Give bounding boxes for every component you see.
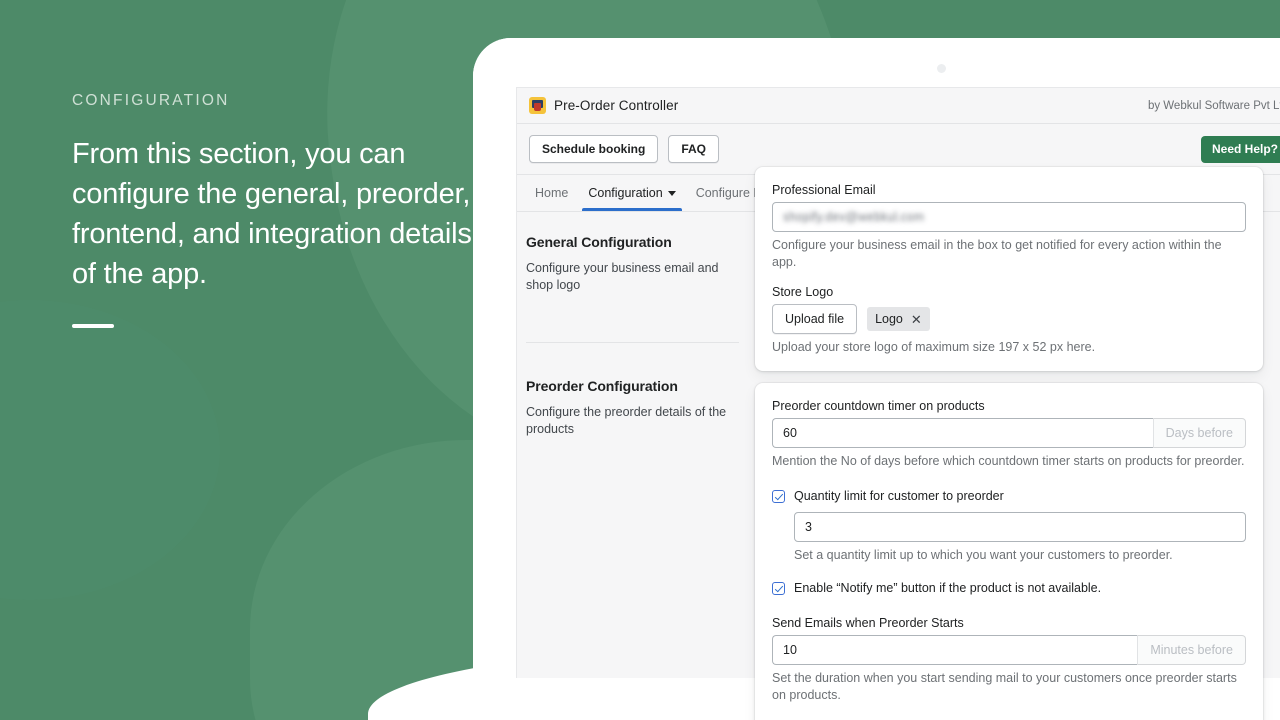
send-emails-label: Send Emails when Preorder Starts	[772, 616, 964, 630]
send-emails-group: 10 Minutes before	[772, 635, 1246, 665]
store-logo-label: Store Logo	[772, 285, 834, 299]
promo-headline: From this section, you can configure the…	[72, 138, 472, 290]
general-configuration-card: Professional Email shopify.dev@webkul.co…	[755, 167, 1263, 371]
tab-home[interactable]: Home	[525, 175, 578, 211]
app-vendor: by Webkul Software Pvt Ltd	[1147, 99, 1280, 112]
send-emails-suffix: Minutes before	[1137, 635, 1246, 665]
notify-me-label: Enable “Notify me” button if the product…	[794, 581, 1102, 595]
section-preorder-configuration: Preorder Configuration Configure the pre…	[526, 342, 739, 456]
notify-me-check-row[interactable]: Enable “Notify me” button if the product…	[772, 580, 1246, 596]
preorder-configuration-card: Preorder countdown timer on products 60 …	[755, 383, 1263, 720]
promo-divider	[72, 324, 114, 328]
background-blob-left	[0, 300, 220, 600]
send-emails-input[interactable]: 10	[772, 635, 1138, 665]
upload-file-button[interactable]: Upload file	[772, 304, 858, 334]
store-logo-chip[interactable]: Logo ✕	[867, 307, 930, 331]
app-header: Pre-Order Controller by Webkul Software …	[517, 88, 1280, 124]
tab-configuration[interactable]: Configuration	[578, 175, 685, 211]
close-icon[interactable]: ✕	[911, 313, 922, 326]
send-emails-helper: Set the duration when you start sending …	[772, 671, 1237, 702]
window-titlebar	[473, 38, 1280, 87]
section-title: Preorder Configuration	[526, 378, 678, 394]
notify-me-checkbox[interactable]	[772, 582, 785, 595]
quantity-limit-field: 3 Set a quantity limit up to which you w…	[794, 512, 1246, 564]
countdown-timer-input[interactable]: 60	[772, 418, 1153, 448]
quantity-limit-check-row[interactable]: Quantity limit for customer to preorder	[772, 488, 1246, 504]
need-help-button[interactable]: Need Help?	[1200, 135, 1280, 163]
settings-cards: Professional Email shopify.dev@webkul.co…	[755, 167, 1263, 720]
faq-button[interactable]: FAQ	[668, 135, 720, 163]
store-logo-helper: Upload your store logo of maximum size 1…	[772, 340, 1096, 354]
store-logo-upload-row: Upload file Logo ✕	[772, 304, 1246, 334]
section-title: General Configuration	[526, 234, 672, 250]
section-subtitle: Configure the preorder details of the pr…	[526, 405, 727, 436]
quantity-limit-label: Quantity limit for customer to preorder	[794, 489, 1004, 503]
section-subtitle: Configure your business email and shop l…	[526, 261, 719, 292]
quantity-limit-helper: Set a quantity limit up to which you wan…	[794, 548, 1173, 562]
chevron-down-icon	[667, 190, 676, 196]
section-general-configuration: General Configuration Configure your bus…	[526, 234, 739, 312]
settings-sections-column: General Configuration Configure your bus…	[517, 212, 757, 678]
professional-email-label: Professional Email	[772, 183, 876, 197]
preorder-cart-logo-icon	[529, 97, 546, 114]
quantity-limit-input[interactable]: 3	[794, 512, 1246, 542]
promo-copy: CONFIGURATION From this section, you can…	[72, 92, 472, 328]
schedule-booking-button[interactable]: Schedule booking	[529, 135, 659, 163]
countdown-timer-group: 60 Days before	[772, 418, 1246, 448]
professional-email-input[interactable]: shopify.dev@webkul.com	[772, 202, 1246, 232]
countdown-timer-label: Preorder countdown timer on products	[772, 399, 985, 413]
camera-dot-icon	[937, 64, 946, 73]
tab-configuration-label: Configuration	[588, 186, 663, 200]
store-logo-chip-label: Logo	[875, 312, 903, 326]
professional-email-helper: Configure your business email in the box…	[772, 238, 1222, 269]
promo-eyebrow: CONFIGURATION	[72, 92, 230, 109]
quantity-limit-checkbox[interactable]	[772, 490, 785, 503]
tab-home-label: Home	[535, 186, 569, 200]
countdown-timer-helper: Mention the No of days before which coun…	[772, 454, 1245, 468]
app-title: Pre-Order Controller	[554, 98, 679, 113]
countdown-timer-suffix: Days before	[1152, 418, 1246, 448]
